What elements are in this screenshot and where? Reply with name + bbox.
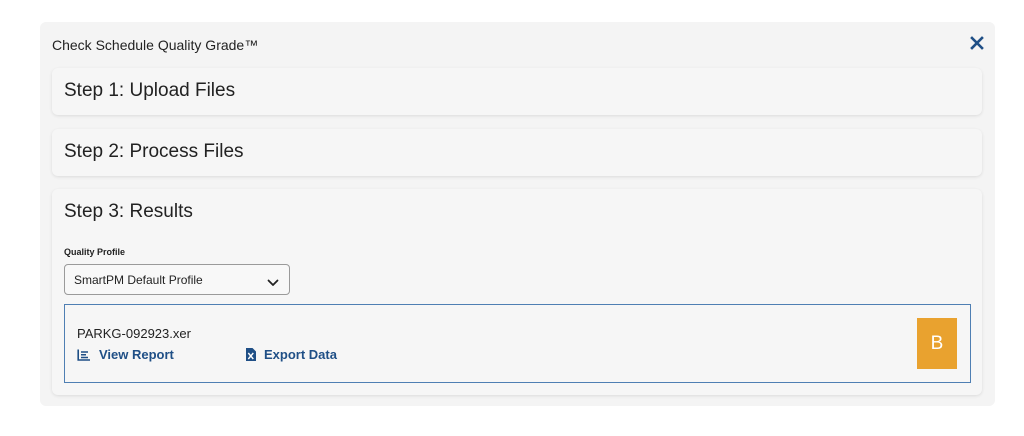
step-1-header[interactable]: Step 1: Upload Files	[64, 80, 235, 102]
quality-grade-badge: B	[917, 318, 957, 369]
quality-profile-value: SmartPM Default Profile	[74, 273, 203, 287]
quality-grade-modal: Check Schedule Quality Grade™ Step 1: Up…	[40, 22, 995, 406]
result-file-card: PARKG-092923.xer View Report Export Data…	[64, 304, 971, 383]
file-name: PARKG-092923.xer	[77, 326, 191, 341]
close-icon[interactable]	[969, 35, 985, 51]
modal-title: Check Schedule Quality Grade™	[52, 37, 259, 53]
view-report-label: View Report	[99, 347, 174, 362]
export-data-label: Export Data	[264, 347, 337, 362]
excel-file-icon	[246, 348, 256, 361]
step-2-header[interactable]: Step 2: Process Files	[64, 141, 244, 163]
step-3-header[interactable]: Step 3: Results	[64, 201, 193, 223]
view-report-link[interactable]: View Report	[77, 347, 174, 362]
step-process-files[interactable]: Step 2: Process Files	[52, 129, 982, 176]
step-upload-files[interactable]: Step 1: Upload Files	[52, 68, 982, 115]
step-results: Step 3: Results Quality Profile SmartPM …	[52, 189, 982, 395]
quality-profile-label: Quality Profile	[64, 247, 126, 257]
export-data-link[interactable]: Export Data	[246, 347, 337, 362]
quality-profile-select[interactable]: SmartPM Default Profile	[64, 264, 290, 295]
chevron-down-icon	[267, 275, 279, 286]
report-list-icon	[77, 349, 91, 361]
